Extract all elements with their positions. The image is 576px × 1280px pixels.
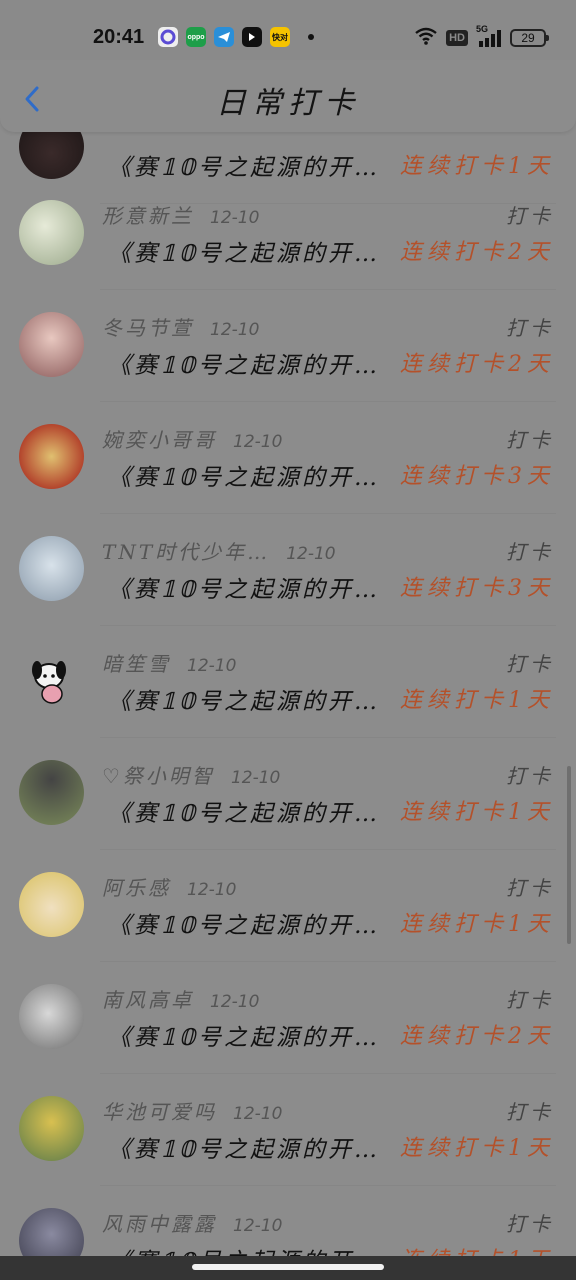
avatar[interactable] (19, 424, 84, 489)
avatar[interactable] (19, 872, 84, 937)
streak-label: 连续打卡1天 (400, 154, 554, 179)
user-name[interactable]: 南风高卓 12-10 (102, 984, 259, 1013)
checkin-action: 打卡 (506, 988, 554, 1012)
checkin-content: 《赛𝟙𝟘号之起源的开… (108, 801, 381, 827)
checkin-feed-list[interactable]: 《赛𝟙𝟘号之起源的开… 连续打卡1天 形意新兰 12-10 打卡 《赛𝟙𝟘号之起源… (0, 0, 576, 1256)
checkin-content: 《赛𝟙𝟘号之起源的开… (108, 241, 381, 267)
avatar[interactable] (19, 648, 84, 713)
avatar[interactable] (19, 984, 84, 1049)
checkin-date: 12-10 (233, 1216, 283, 1236)
checkin-date: 12-10 (233, 1104, 283, 1124)
checkin-content: 《赛𝟙𝟘号之起源的开… (108, 1242, 398, 1256)
streak-label: 连续打卡1天 (400, 688, 554, 713)
checkin-date: 12-10 (286, 544, 336, 564)
checkin-content: 《赛𝟙𝟘号之起源的开… (108, 913, 381, 939)
avatar[interactable] (19, 760, 84, 825)
checkin-date: 12-10 (210, 992, 260, 1012)
user-name[interactable]: 风雨中露露 12-10 (102, 1208, 282, 1237)
checkin-date: 12-10 (187, 880, 237, 900)
avatar[interactable] (19, 200, 84, 265)
list-item[interactable]: 形意新兰 12-10 打卡 《赛𝟙𝟘号之起源的开… 连续打卡2天 (0, 178, 576, 290)
checkin-content: 《赛𝟙𝟘号之起源的开… (108, 465, 381, 491)
page-title: 日常打卡 (216, 86, 360, 121)
list-item[interactable]: 阿乐感 12-10 打卡 《赛𝟙𝟘号之起源的开… 连续打卡1天 (0, 850, 576, 962)
checkin-date: 12-10 (210, 208, 260, 228)
avatar[interactable] (19, 1096, 84, 1161)
home-indicator[interactable] (192, 1264, 384, 1270)
list-item[interactable]: 冬马节萱 12-10 打卡 《赛𝟙𝟘号之起源的开… 连续打卡2天 (0, 290, 576, 402)
list-item[interactable]: 华池可爱吗 12-10 打卡 《赛𝟙𝟘号之起源的开… 连续打卡1天 (0, 1074, 576, 1186)
checkin-action: 打卡 (506, 652, 554, 676)
streak-label: 连续打卡1天 (400, 912, 554, 937)
streak-label: 连续打卡1天 (400, 800, 554, 825)
checkin-action: 打卡 (506, 204, 554, 228)
checkin-content: 《赛𝟙𝟘号之起源的开… (108, 577, 381, 603)
streak-label: 连续打卡1天 (400, 1242, 554, 1256)
checkin-date: 12-10 (210, 320, 260, 340)
user-name[interactable]: TNT时代少年… 12-10 (102, 536, 336, 565)
checkin-date: 12-10 (230, 768, 281, 788)
checkin-action: 打卡 (506, 316, 554, 340)
list-item[interactable]: 风雨中露露12-10 打卡 《赛𝟙𝟘号之起源的开… 连续打卡1天 (0, 1186, 576, 1256)
checkin-date: 12-10 (187, 656, 237, 676)
scrollbar[interactable] (567, 766, 571, 944)
checkin-action: 打卡 (506, 1100, 554, 1124)
checkin-content: 《赛𝟙𝟘号之起源的开… (108, 689, 381, 715)
streak-label: 连续打卡1天 (400, 1136, 554, 1161)
checkin-action: 打卡 (506, 428, 554, 452)
list-item[interactable]: ♡祭小明智 12-10 打卡 《赛𝟙𝟘号之起源的开… 连续打卡1天 (0, 738, 576, 850)
user-name[interactable]: 阿乐感 12-10 (102, 872, 236, 901)
checkin-action: 打卡 (506, 764, 554, 788)
streak-label: 连续打卡3天 (400, 576, 554, 601)
avatar[interactable] (19, 312, 84, 377)
user-name[interactable]: 形意新兰 12-10 (102, 200, 259, 229)
avatar[interactable] (19, 536, 84, 601)
list-item[interactable]: 南风高卓 12-10 打卡 《赛𝟙𝟘号之起源的开… 连续打卡2天 (0, 962, 576, 1074)
streak-label: 连续打卡3天 (400, 464, 554, 489)
checkin-content: 《赛𝟙𝟘号之起源的开… (108, 1025, 381, 1051)
checkin-content: 《赛𝟙𝟘号之起源的开… (108, 155, 381, 181)
list-item[interactable]: 暗笙雪 12-10 打卡 《赛𝟙𝟘号之起源的开… 连续打卡1天 (0, 626, 576, 738)
streak-label: 连续打卡2天 (400, 240, 554, 265)
checkin-content: 《赛𝟙𝟘号之起源的开… (108, 353, 381, 379)
user-name[interactable]: 婉奕小哥哥 12-10 (102, 424, 282, 453)
user-name[interactable]: 冬马节萱 12-10 (102, 312, 259, 341)
checkin-action: 打卡 (506, 1212, 554, 1236)
user-name[interactable]: 华池可爱吗 12-10 (102, 1096, 282, 1125)
list-item[interactable]: TNT时代少年… 12-10 打卡 《赛𝟙𝟘号之起源的开… 连续打卡3天 (0, 514, 576, 626)
list-item[interactable]: 婉奕小哥哥 12-10 打卡 《赛𝟙𝟘号之起源的开… 连续打卡3天 (0, 402, 576, 514)
checkin-action: 打卡 (506, 540, 554, 564)
checkin-date: 12-10 (233, 432, 283, 452)
streak-label: 连续打卡2天 (400, 1024, 554, 1049)
user-name[interactable]: 暗笙雪 12-10 (102, 648, 236, 677)
avatar[interactable] (19, 1208, 84, 1256)
user-name[interactable]: ♡祭小明智 12-10 (102, 760, 280, 789)
top-nav-bar: 日常打卡 (0, 60, 576, 132)
checkin-content: 《赛𝟙𝟘号之起源的开… (108, 1137, 381, 1163)
checkin-action: 打卡 (506, 876, 554, 900)
streak-label: 连续打卡2天 (400, 352, 554, 377)
